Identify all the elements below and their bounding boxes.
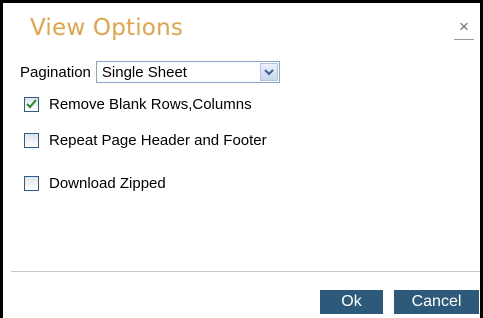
cancel-button[interactable]: Cancel [394, 290, 479, 314]
download-zipped-label: Download Zipped [49, 174, 166, 192]
ok-button[interactable]: Ok [320, 290, 383, 314]
option-download-zipped[interactable]: Download Zipped [24, 174, 166, 192]
download-zipped-checkbox[interactable] [24, 175, 39, 191]
footer-divider [11, 271, 480, 272]
option-remove-blank[interactable]: Remove Blank Rows,Columns [24, 95, 252, 113]
pagination-row: Pagination Single Sheet [20, 61, 280, 83]
close-icon[interactable]: × [454, 17, 474, 40]
chevron-down-icon[interactable] [259, 63, 278, 81]
pagination-select[interactable]: Single Sheet [95, 61, 280, 83]
remove-blank-label: Remove Blank Rows,Columns [49, 95, 252, 113]
view-options-dialog: View Options × Pagination Single Sheet R… [0, 0, 483, 318]
dialog-title: View Options [30, 15, 184, 41]
repeat-header-checkbox[interactable] [24, 132, 39, 148]
repeat-header-label: Repeat Page Header and Footer [49, 131, 267, 149]
remove-blank-checkbox[interactable] [24, 96, 39, 112]
option-repeat-header[interactable]: Repeat Page Header and Footer [24, 131, 267, 149]
pagination-label: Pagination [20, 63, 91, 81]
pagination-selected-value: Single Sheet [101, 63, 187, 81]
